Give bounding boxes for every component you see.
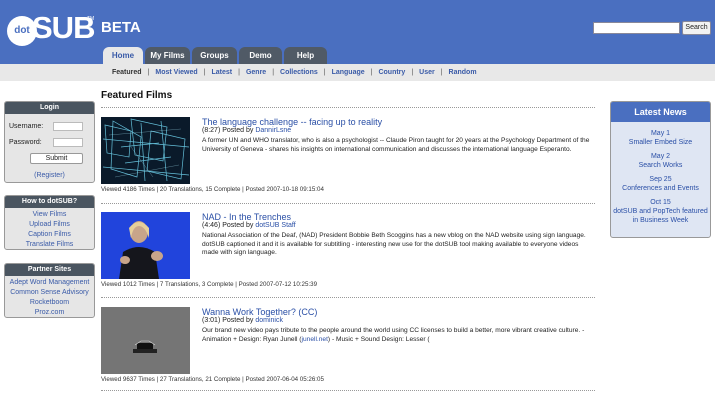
howto-link-view-films[interactable]: View Films [5,210,94,220]
film-posted-line: (8:27) Posted by DannirLsne [202,127,291,134]
tab-demo[interactable]: Demo [239,47,282,64]
film-duration: (8:27) Posted by [202,127,254,134]
divider [101,390,595,391]
news-item[interactable]: Sep 25 Conferences and Events [611,175,710,193]
subnav-country[interactable]: Country [378,69,405,76]
film-item: NAD - In the Trenches (4:46) Posted by d… [101,212,595,292]
film-description-link[interactable]: junell.net [302,336,328,343]
dotsub-logo[interactable]: dot SUB TM [7,10,95,48]
news-date: May 2 [650,153,671,160]
news-date: Oct 15 [650,199,671,206]
login-title: Login [5,102,94,114]
film-item: Wanna Work Together? (CC) (3:01) Posted … [101,307,595,387]
film-duration: (3:01) Posted by [202,317,254,324]
username-label: Username: [9,123,44,130]
username-field[interactable] [53,122,83,131]
film-thumbnail[interactable] [101,117,190,184]
news-text: Smaller Embed Size [628,139,693,146]
subnav-latest[interactable]: Latest [212,69,233,76]
film-user-link[interactable]: dominick [255,317,283,324]
howto-link-translate-films[interactable]: Translate Films [5,240,94,250]
film-meta: Viewed 1012 Times | 7 Translations, 3 Co… [101,281,318,288]
tab-my-films[interactable]: My Films [145,47,190,64]
search-button[interactable]: Search [682,21,711,35]
film-thumbnail[interactable] [101,307,190,374]
news-item[interactable]: May 2 Search Works [611,152,710,170]
news-date: Sep 25 [649,176,672,183]
subnav-user[interactable]: User [419,69,435,76]
partner-link-adept[interactable]: Adept Word Management [5,278,94,288]
register-link[interactable]: (Register) [5,172,94,179]
news-text: Conferences and Events [622,185,699,192]
search-input[interactable] [593,22,680,34]
subnav-random[interactable]: Random [449,69,477,76]
partner-sites-box: Partner Sites Adept Word Management Comm… [4,263,95,318]
password-field[interactable] [53,138,83,147]
subnav-featured[interactable]: Featured [112,69,142,76]
divider [101,107,595,108]
film-meta: Viewed 9637 Times | 27 Translations, 21 … [101,376,324,383]
film-user-link[interactable]: DannirLsne [255,127,291,134]
howto-title: How to dotSUB? [5,196,94,208]
film-item: The language challenge -- facing up to r… [101,117,595,197]
news-item[interactable]: Oct 15 dotSUB and PopTech featured in Bu… [611,198,710,225]
news-item[interactable]: May 1 Smaller Embed Size [611,129,710,147]
divider [101,203,595,204]
password-label: Password: [9,139,42,146]
latest-news-title: Latest News [611,102,710,122]
film-title-link[interactable]: NAD - In the Trenches [202,212,291,222]
film-thumbnail[interactable] [101,212,190,279]
film-meta: Viewed 4186 Times | 20 Translations, 15 … [101,186,324,193]
film-description-part: ) - Music + Sound Design: Lesser ( [327,335,430,343]
beta-label: BETA [101,19,141,36]
news-text: Search Works [638,162,683,169]
film-title-link[interactable]: Wanna Work Together? (CC) [202,307,317,317]
latest-news-box: Latest News May 1 Smaller Embed Size May… [610,101,711,238]
subnav-collections[interactable]: Collections [280,69,318,76]
news-date: May 1 [650,130,671,137]
news-text: dotSUB and PopTech featured in Business … [613,208,708,224]
film-description: Our brand new video pays tribute to the … [202,327,594,344]
subnav-language[interactable]: Language [332,69,365,76]
film-title-link[interactable]: The language challenge -- facing up to r… [202,117,382,127]
partner-sites-title: Partner Sites [5,264,94,276]
subnav-most-viewed[interactable]: Most Viewed [155,69,197,76]
film-user-link[interactable]: dotSUB Staff [255,222,295,229]
film-description: A former UN and WHO translator, who is a… [202,137,590,153]
login-box: Login Username: Password: Submit (Regist… [4,101,95,183]
film-posted-line: (4:46) Posted by dotSUB Staff [202,222,296,229]
howto-link-caption-films[interactable]: Caption Films [5,230,94,240]
partner-link-common-sense[interactable]: Common Sense Advisory [5,288,94,298]
sub-navigation: Featured | Most Viewed | Latest | Genre | Collec… [0,64,715,81]
tab-help[interactable]: Help [284,47,327,64]
subnav-genre[interactable]: Genre [246,69,266,76]
submit-button[interactable]: Submit [30,153,83,164]
partner-link-proz[interactable]: Proz.com [5,308,94,318]
logo-sub-text: SUB [32,10,95,45]
film-posted-line: (3:01) Posted by dominick [202,317,283,324]
page-title: Featured Films [101,90,173,101]
tab-home[interactable]: Home [103,47,143,64]
divider [101,297,595,298]
film-description: National Association of the Deaf, (NAD) … [202,232,586,256]
tab-groups[interactable]: Groups [192,47,237,64]
partner-link-rocketboom[interactable]: Rocketboom [5,298,94,308]
howto-link-upload-films[interactable]: Upload Films [5,220,94,230]
howto-box: How to dotSUB? View Films Upload Films C… [4,195,95,250]
film-duration: (4:46) Posted by [202,222,254,229]
logo-trademark: TM [87,16,95,22]
